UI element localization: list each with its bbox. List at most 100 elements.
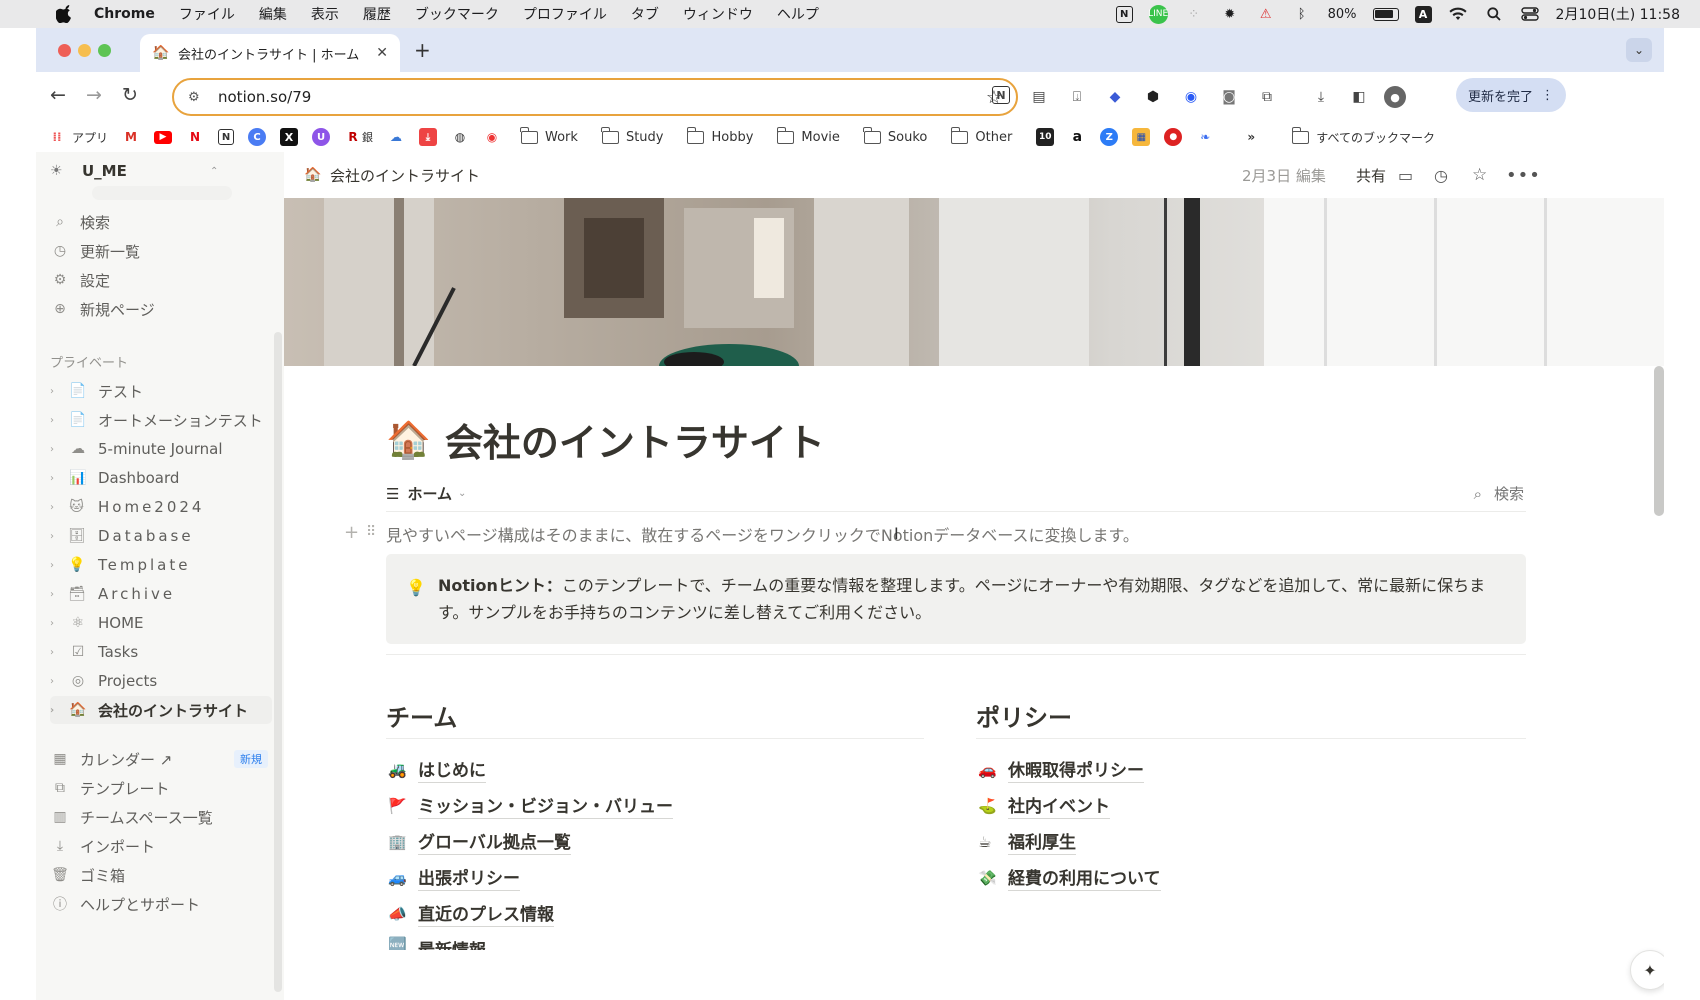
blue-fox-icon[interactable]: ❧ — [1196, 128, 1214, 146]
view-tab-home[interactable]: ホーム — [407, 483, 452, 504]
sidebar-scrollbar[interactable] — [274, 332, 282, 992]
link-press-info[interactable]: 📣 直近のプレス情報 — [388, 900, 554, 927]
update-chrome-button[interactable]: 更新を完了 ⋮ — [1456, 78, 1566, 112]
sidebar-item-template[interactable]: › 💡 Template — [50, 551, 272, 579]
sidebar-item-archive[interactable]: › 🗃 Archive — [50, 580, 272, 608]
page-title-icon[interactable]: 🏠 — [386, 419, 431, 461]
puzzle-app-extension-icon[interactable]: ◆ — [1104, 86, 1126, 108]
page-title-text[interactable]: 会社のイントラサイト — [445, 412, 825, 467]
sidebar-search[interactable]: ⌕ 検索 — [50, 208, 272, 236]
bookmark-apps[interactable]: ⁞⁞ アプリ — [48, 128, 108, 146]
sidebar-item-dashboard[interactable]: › 📊 Dashboard — [50, 464, 272, 492]
favorite-star-icon[interactable]: ☆ — [1472, 165, 1487, 185]
chevron-right-icon[interactable]: › — [50, 589, 60, 600]
sidebar-teamspaces[interactable]: ▥ チームスペース一覧 — [50, 803, 272, 831]
netflix-icon[interactable]: N — [186, 128, 204, 146]
bookmark-folder-hobby[interactable]: Hobby — [686, 126, 753, 145]
forward-icon[interactable]: → — [86, 84, 102, 106]
sidebar-calendar[interactable]: ▦ カレンダー ↗ 新規 — [50, 745, 272, 773]
browser-tab-active[interactable]: 🏠 会社のイントラサイト | ホーム ✕ — [140, 34, 400, 72]
notion-hint-callout[interactable]: 💡 Notionヒント：このテンプレートで、チームの重要な情報を整理します。ペー… — [386, 554, 1526, 644]
notion-extension-icon[interactable]: N — [992, 86, 1010, 104]
spotlight-search-icon[interactable] — [1484, 5, 1504, 23]
history-icon[interactable]: ◷ — [1434, 166, 1448, 185]
red-circle-icon[interactable]: ● — [1164, 128, 1183, 146]
folder-app-icon[interactable]: ▦ — [1132, 128, 1151, 146]
link-getting-started[interactable]: 🚜 はじめに — [388, 756, 486, 783]
globe-icon[interactable]: ◍ — [451, 128, 469, 146]
page-title[interactable]: 🏠 会社のイントラサイト — [386, 412, 825, 467]
page-description[interactable]: 見やすいページ構成はそのままに、散在するページをワンクリックでNotionデータ… — [386, 522, 1139, 546]
add-block-icon[interactable]: + — [344, 522, 359, 543]
sidebar-settings[interactable]: ⚙ 設定 — [50, 266, 272, 294]
tab-search-chevron-icon[interactable]: ⌄ — [1626, 38, 1652, 62]
sidebar-item-database[interactable]: › 🗄 Database — [50, 522, 272, 550]
menu-tab[interactable]: タブ — [631, 4, 659, 24]
gmail-icon[interactable]: M — [122, 128, 140, 146]
page-cover-image[interactable] — [284, 198, 1664, 366]
bookmark-folder-movie[interactable]: Movie — [776, 126, 840, 145]
link-expenses[interactable]: 💸 経費の利用について — [978, 864, 1161, 891]
input-source-icon[interactable]: A — [1414, 5, 1432, 23]
red-download-icon[interactable]: ⤓ — [419, 128, 438, 146]
chevron-right-icon[interactable]: › — [50, 705, 60, 716]
chevron-right-icon[interactable]: › — [50, 618, 60, 629]
reload-icon[interactable]: ↻ — [122, 84, 138, 106]
team-heading[interactable]: チーム — [386, 698, 457, 733]
window-zoom-button[interactable] — [98, 44, 111, 57]
creative-cloud-icon[interactable]: ⚠ — [1256, 5, 1276, 23]
sidebar-item-tasks[interactable]: › ☑ Tasks — [50, 638, 272, 666]
site-settings-icon[interactable]: ⚙ — [188, 90, 206, 105]
hex-extension-icon[interactable]: ⬢ — [1142, 86, 1164, 108]
all-bookmarks-folder[interactable]: すべてのブックマーク — [1291, 126, 1435, 146]
share-button[interactable]: 共有 — [1356, 165, 1386, 186]
gear-status-icon[interactable]: ✹ — [1220, 5, 1240, 23]
menu-window[interactable]: ウィンドウ — [683, 4, 753, 24]
chrome-icon[interactable]: ◉ — [483, 128, 501, 146]
bookmark-folder-souko[interactable]: Souko — [863, 126, 927, 145]
menu-help[interactable]: ヘルプ — [777, 4, 819, 24]
bluetooth-icon[interactable]: ᛒ — [1292, 5, 1312, 23]
bookmark-folder-work[interactable]: Work — [520, 126, 578, 145]
link-travel-policy[interactable]: 🚙 出張ポリシー — [388, 864, 520, 891]
extensions-puzzle-icon[interactable]: ⧉ — [1256, 86, 1278, 108]
new-tab-button[interactable]: + — [414, 38, 431, 62]
sidebar-new-page[interactable]: ⊕ 新規ページ — [50, 295, 272, 323]
wifi-icon[interactable] — [1448, 5, 1468, 23]
chevron-right-icon[interactable]: › — [50, 502, 60, 513]
link-mission-vision-values[interactable]: 🚩 ミッション・ビジョン・バリュー — [388, 792, 673, 819]
c-bookmark-icon[interactable]: C — [248, 128, 267, 146]
menu-profiles[interactable]: プロファイル — [523, 4, 607, 24]
sidebar-item-journal[interactable]: › ☁ 5-minute Journal — [50, 435, 272, 463]
notion-status-icon[interactable]: N — [1115, 5, 1133, 23]
amazon-icon[interactable]: a — [1068, 128, 1086, 146]
workspace-switcher[interactable]: ☀ U_ME ⌃ — [50, 162, 218, 180]
url-text[interactable]: notion.so/79 — [218, 88, 986, 106]
side-panel-icon[interactable]: ◧ — [1348, 86, 1370, 108]
save-extension-icon[interactable]: ⍗ — [1066, 86, 1088, 108]
camera-extension-icon[interactable]: ◙ — [1218, 86, 1240, 108]
breadcrumb[interactable]: 会社のイントラサイト — [330, 165, 480, 186]
link-vacation-policy[interactable]: 🚗 休暇取得ポリシー — [978, 756, 1144, 783]
battery-icon[interactable] — [1372, 7, 1399, 21]
sidebar-updates[interactable]: ◷ 更新一覧 — [50, 237, 272, 265]
cloud-upload-icon[interactable]: ☁ — [387, 128, 405, 146]
control-center-icon[interactable] — [1520, 5, 1540, 23]
private-section-header[interactable]: プライベート — [50, 352, 128, 371]
back-icon[interactable]: ← — [50, 84, 66, 106]
menu-history[interactable]: 履歴 — [363, 4, 391, 24]
chevron-right-icon[interactable]: › — [50, 560, 60, 571]
sidebar-item-test[interactable]: › 📄 テスト — [50, 377, 272, 405]
x-icon[interactable]: X — [280, 128, 299, 146]
sidebar-item-company-intranet[interactable]: › 🏠 会社のイントラサイト — [50, 696, 272, 724]
view-search-icon[interactable]: ⌕ — [1474, 485, 1482, 503]
view-search-label[interactable]: 検索 — [1494, 483, 1524, 504]
link-benefits[interactable]: ☕ 福利厚生 — [978, 828, 1076, 855]
chevron-right-icon[interactable]: › — [50, 386, 60, 397]
bookmark-rakuten-bank[interactable]: R 銀 — [344, 128, 373, 146]
view-chevron-down-icon[interactable]: ⌄ — [458, 488, 466, 499]
menu-app-name[interactable]: Chrome — [94, 6, 155, 22]
chevron-right-icon[interactable]: › — [50, 647, 60, 658]
calendar-bookmark-icon[interactable]: 10 — [1036, 128, 1055, 146]
download-icon[interactable]: ⤓ — [1310, 86, 1332, 108]
